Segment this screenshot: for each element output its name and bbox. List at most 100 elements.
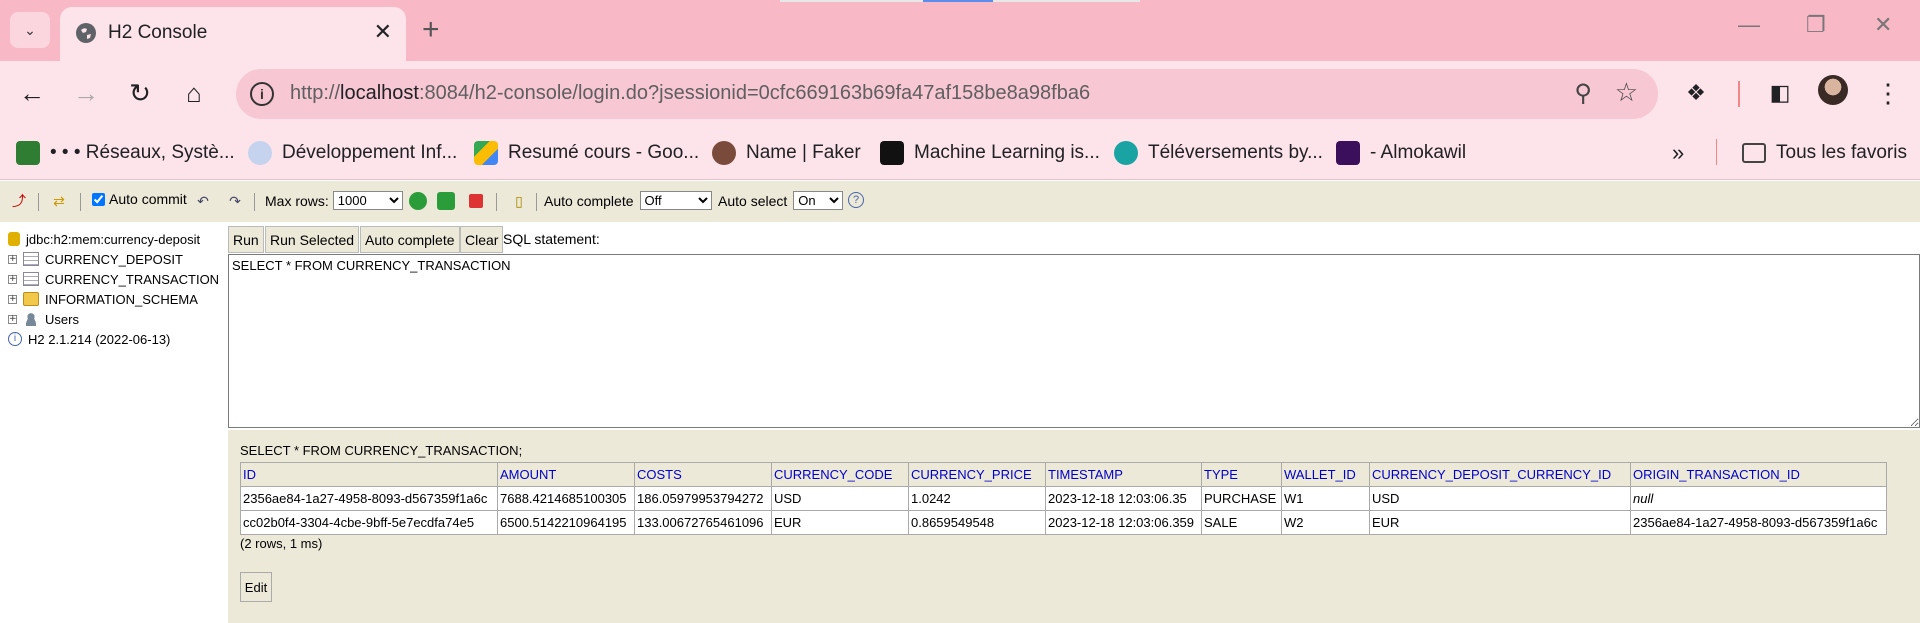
- side-panel-icon[interactable]: ◧: [1762, 75, 1798, 111]
- bookmark-item[interactable]: Resumé cours - Goo...: [474, 139, 699, 167]
- cell[interactable]: USD: [771, 486, 909, 511]
- cell[interactable]: 186.05979953794272: [634, 486, 772, 511]
- bookmarks-divider: [1716, 139, 1717, 165]
- column-header[interactable]: WALLET_ID: [1281, 462, 1370, 487]
- all-bookmarks-folder[interactable]: Tous les favoris: [1742, 139, 1907, 167]
- tab-h2-console[interactable]: H2 Console ✕: [60, 7, 406, 61]
- tab-search-button[interactable]: ⌄: [10, 12, 50, 48]
- cell[interactable]: 0.8659549548: [908, 510, 1046, 535]
- cell[interactable]: SALE: [1201, 510, 1282, 535]
- site-info-icon[interactable]: i: [250, 82, 274, 106]
- close-tab-icon[interactable]: ✕: [374, 19, 392, 45]
- cell[interactable]: 2356ae84-1a27-4958-8093-d567359f1a6c: [1630, 510, 1887, 535]
- stop-icon[interactable]: [469, 194, 483, 208]
- sql-statement-label: SQL statement:: [503, 231, 600, 247]
- address-bar[interactable]: i http://localhost:8084/h2-console/login…: [236, 69, 1658, 119]
- column-header[interactable]: TYPE: [1201, 462, 1282, 487]
- bookmark-favicon: [248, 141, 272, 165]
- auto-commit-checkbox[interactable]: [92, 192, 105, 206]
- help-icon[interactable]: ?: [848, 192, 864, 208]
- column-header[interactable]: ORIGIN_TRANSACTION_ID: [1630, 462, 1887, 487]
- cell[interactable]: 2356ae84-1a27-4958-8093-d567359f1a6c: [240, 486, 498, 511]
- profile-avatar[interactable]: [1818, 75, 1848, 105]
- tree-item-information-schema[interactable]: + INFORMATION_SCHEMA: [8, 290, 198, 308]
- cell[interactable]: 6500.5142210964195: [497, 510, 635, 535]
- connection-node[interactable]: jdbc:h2:mem:currency-deposit: [8, 230, 200, 248]
- column-header[interactable]: AMOUNT: [497, 462, 635, 487]
- medium-icon: [880, 141, 904, 165]
- more-bookmarks-icon[interactable]: »: [1672, 139, 1684, 167]
- restore-window-button[interactable]: ❐: [1806, 12, 1826, 38]
- cell[interactable]: 133.00672765461096: [634, 510, 772, 535]
- bookmark-item[interactable]: Développement Inf...: [248, 139, 457, 167]
- minimize-window-button[interactable]: —: [1738, 12, 1760, 38]
- expand-icon[interactable]: +: [8, 314, 17, 324]
- clear-button[interactable]: Clear: [460, 226, 504, 253]
- run-selected-button[interactable]: Run Selected: [265, 226, 360, 253]
- home-icon[interactable]: ⌂: [176, 75, 212, 111]
- cell[interactable]: 1.0242: [908, 486, 1046, 511]
- auto-complete-select[interactable]: Off: [639, 191, 712, 210]
- reload-icon[interactable]: ↻: [122, 75, 158, 111]
- cell[interactable]: 2023-12-18 12:03:06.35: [1045, 486, 1202, 511]
- extensions-icon[interactable]: ❖: [1678, 75, 1714, 111]
- run-button[interactable]: Run: [228, 226, 264, 253]
- cell-null[interactable]: null: [1630, 486, 1887, 511]
- bookmark-favicon: [16, 141, 40, 165]
- bookmark-item[interactable]: - Almokawil: [1336, 139, 1466, 167]
- cell[interactable]: USD: [1369, 486, 1631, 511]
- sql-editor[interactable]: SELECT * FROM CURRENCY_TRANSACTION: [228, 254, 1920, 428]
- column-header[interactable]: CURRENCY_CODE: [771, 462, 909, 487]
- tab-title: H2 Console: [108, 22, 208, 43]
- column-header[interactable]: TIMESTAMP: [1045, 462, 1202, 487]
- row-count: (2 rows, 1 ms): [240, 536, 323, 551]
- tab-scroll-thumb: [923, 0, 993, 2]
- new-tab-button[interactable]: +: [422, 12, 440, 48]
- max-rows-select[interactable]: 1000: [332, 191, 403, 210]
- column-header[interactable]: CURRENCY_DEPOSIT_CURRENCY_ID: [1369, 462, 1631, 487]
- run-selected-icon[interactable]: [437, 192, 455, 210]
- expand-icon[interactable]: +: [8, 294, 17, 304]
- cell[interactable]: PURCHASE: [1201, 486, 1282, 511]
- bookmark-item[interactable]: • • • Réseaux, Systè...: [16, 139, 235, 167]
- tree-item-currency-deposit[interactable]: + CURRENCY_DEPOSIT: [8, 250, 183, 268]
- bookmark-item[interactable]: Téléversements by...: [1114, 139, 1323, 167]
- column-header[interactable]: COSTS: [634, 462, 772, 487]
- url-text[interactable]: http://localhost:8084/h2-console/login.d…: [290, 82, 1090, 105]
- refresh-icon[interactable]: ⇄: [50, 192, 68, 210]
- rollback-icon[interactable]: ↶: [194, 192, 212, 210]
- run-icon[interactable]: [409, 192, 427, 210]
- cell[interactable]: W1: [1281, 486, 1370, 511]
- cell[interactable]: 7688.4214685100305: [497, 486, 635, 511]
- cell[interactable]: cc02b0f4-3304-4cbe-9bff-5e7ecdfa74e5: [240, 510, 498, 535]
- toolbar-divider: [1738, 81, 1740, 107]
- expand-icon[interactable]: +: [8, 254, 17, 264]
- edit-button[interactable]: Edit: [240, 572, 272, 602]
- bookmark-item[interactable]: Machine Learning is...: [880, 139, 1100, 167]
- auto-complete-button[interactable]: Auto complete: [360, 226, 460, 253]
- history-icon[interactable]: ▯: [510, 192, 528, 210]
- cell[interactable]: 2023-12-18 12:03:06.359: [1045, 510, 1202, 535]
- cell[interactable]: EUR: [1369, 510, 1631, 535]
- cell[interactable]: EUR: [771, 510, 909, 535]
- bookmark-item[interactable]: Name | Faker: [712, 139, 861, 167]
- bookmark-star-icon[interactable]: ☆: [1615, 77, 1638, 108]
- expand-icon[interactable]: +: [8, 274, 17, 284]
- zoom-icon[interactable]: ⚲: [1574, 79, 1592, 108]
- tree-item-users[interactable]: + Users: [8, 310, 79, 328]
- globe-icon: [76, 23, 96, 43]
- disconnect-icon[interactable]: ⤴: [10, 192, 28, 210]
- auto-select-select[interactable]: On: [793, 191, 844, 210]
- close-window-button[interactable]: ✕: [1874, 12, 1892, 38]
- tree-item-currency-transaction[interactable]: + CURRENCY_TRANSACTION: [8, 270, 219, 288]
- forward-icon[interactable]: →: [68, 75, 104, 111]
- back-icon[interactable]: ←: [14, 75, 50, 111]
- commit-icon[interactable]: ↷: [226, 192, 244, 210]
- menu-kebab-icon[interactable]: ⋮: [1870, 75, 1906, 111]
- column-header[interactable]: CURRENCY_PRICE: [908, 462, 1046, 487]
- table-icon: [23, 272, 39, 286]
- cell[interactable]: W2: [1281, 510, 1370, 535]
- schema-tree: jdbc:h2:mem:currency-deposit + CURRENCY_…: [0, 222, 228, 623]
- auto-commit-toggle[interactable]: Auto commit: [92, 191, 187, 207]
- column-header[interactable]: ID: [240, 462, 498, 487]
